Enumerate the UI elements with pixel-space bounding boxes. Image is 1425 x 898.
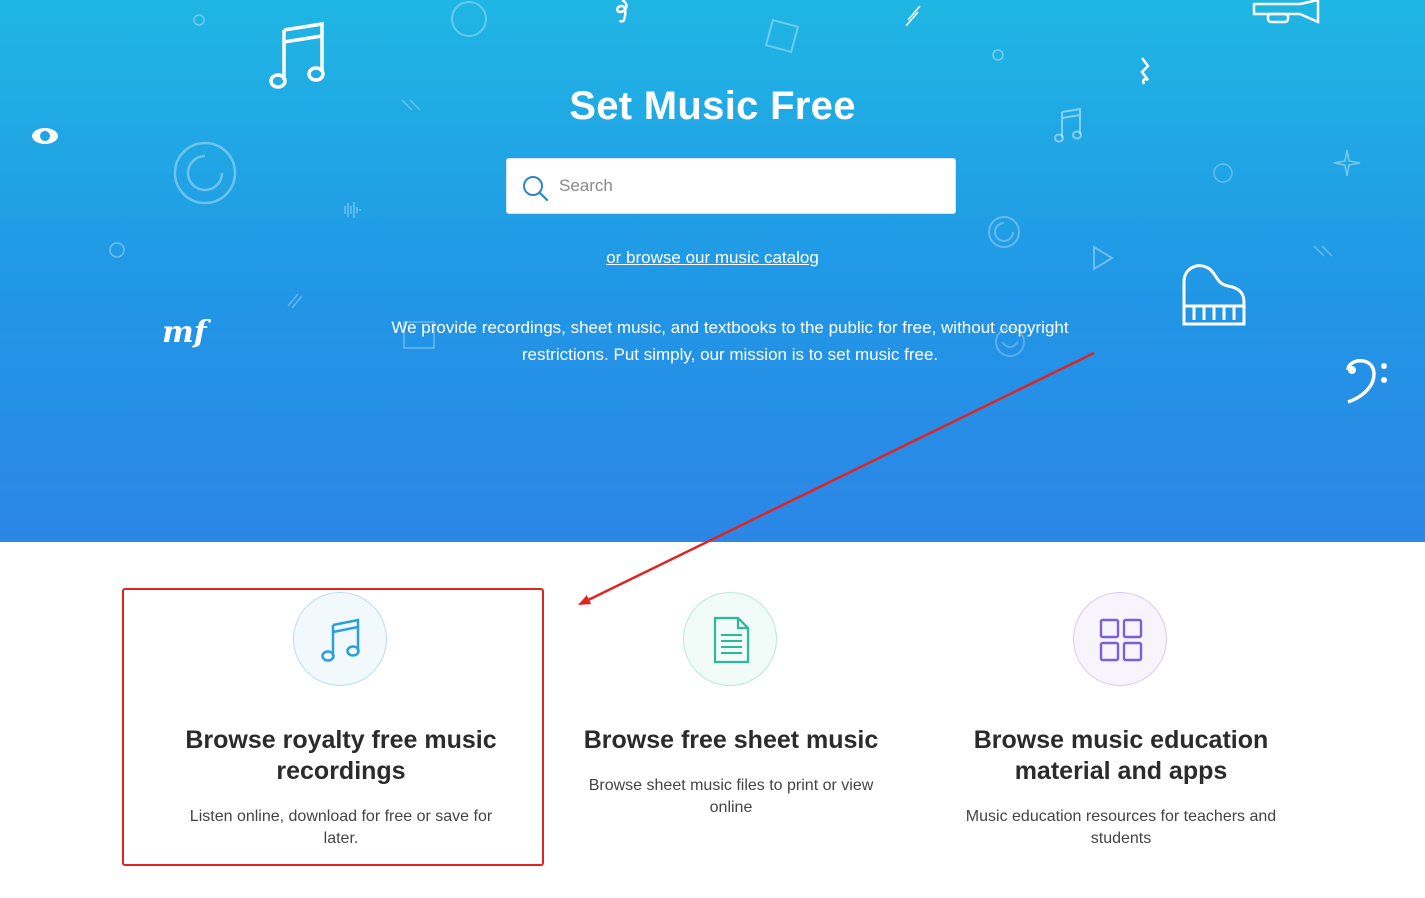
document-icon [713, 616, 750, 664]
svg-text:mf: mf [162, 315, 212, 350]
card-icon-circle [1073, 592, 1167, 686]
slash-decor-icon [287, 293, 303, 309]
music-note-icon [321, 618, 360, 662]
card-music-recordings[interactable]: Browse royalty free music recordings Lis… [146, 542, 536, 872]
card-education-apps[interactable]: Browse music education material and apps… [926, 542, 1316, 872]
card-description: Music education resources for teachers a… [965, 808, 1277, 847]
small-ring-icon [193, 14, 205, 26]
music-note-decor-icon [269, 22, 325, 89]
circle-decor-icon [988, 216, 1020, 248]
card-title: Browse free sheet music [583, 726, 879, 754]
search-input[interactable] [559, 159, 939, 213]
small-ring-icon [1213, 163, 1233, 183]
circle-decor-icon [173, 141, 237, 205]
square-decor-icon [764, 18, 800, 54]
grid-apps-icon [1099, 618, 1143, 662]
sparkle-icon [1333, 149, 1361, 177]
card-title: Browse royalty free music recordings [185, 726, 497, 785]
treble-clef-icon [616, 0, 628, 23]
feature-cards: Browse royalty free music recordings Lis… [0, 542, 1425, 898]
trumpet-icon [1252, 0, 1320, 24]
sound-wave-icon [344, 202, 361, 218]
mission-text: We provide recordings, sheet music, and … [391, 318, 1069, 364]
page-title: Set Music Free [569, 84, 856, 128]
search-box[interactable] [506, 158, 956, 214]
rest-symbol-icon [1140, 57, 1150, 85]
card-title: Browse music education material and apps [973, 726, 1269, 785]
piano-icon [1182, 264, 1246, 326]
bass-clef-icon [1346, 359, 1387, 404]
card-icon-circle [683, 592, 777, 686]
card-sheet-music[interactable]: Browse free sheet music Browse sheet mus… [536, 542, 926, 872]
hero-banner: mf Set Music Free or browse our music ca… [0, 0, 1425, 542]
mezzo-forte-icon: mf [162, 315, 212, 350]
card-description: Browse sheet music files to print or vie… [588, 777, 874, 816]
ring-decor-icon [451, 1, 487, 37]
search-icon [523, 176, 549, 202]
browse-catalog-link[interactable]: or browse our music catalog [0, 248, 1425, 268]
card-icon-circle [293, 592, 387, 686]
card-description: Listen online, download for free or save… [189, 808, 493, 847]
slash-decor-icon [905, 5, 921, 27]
small-ring-icon [992, 49, 1004, 61]
